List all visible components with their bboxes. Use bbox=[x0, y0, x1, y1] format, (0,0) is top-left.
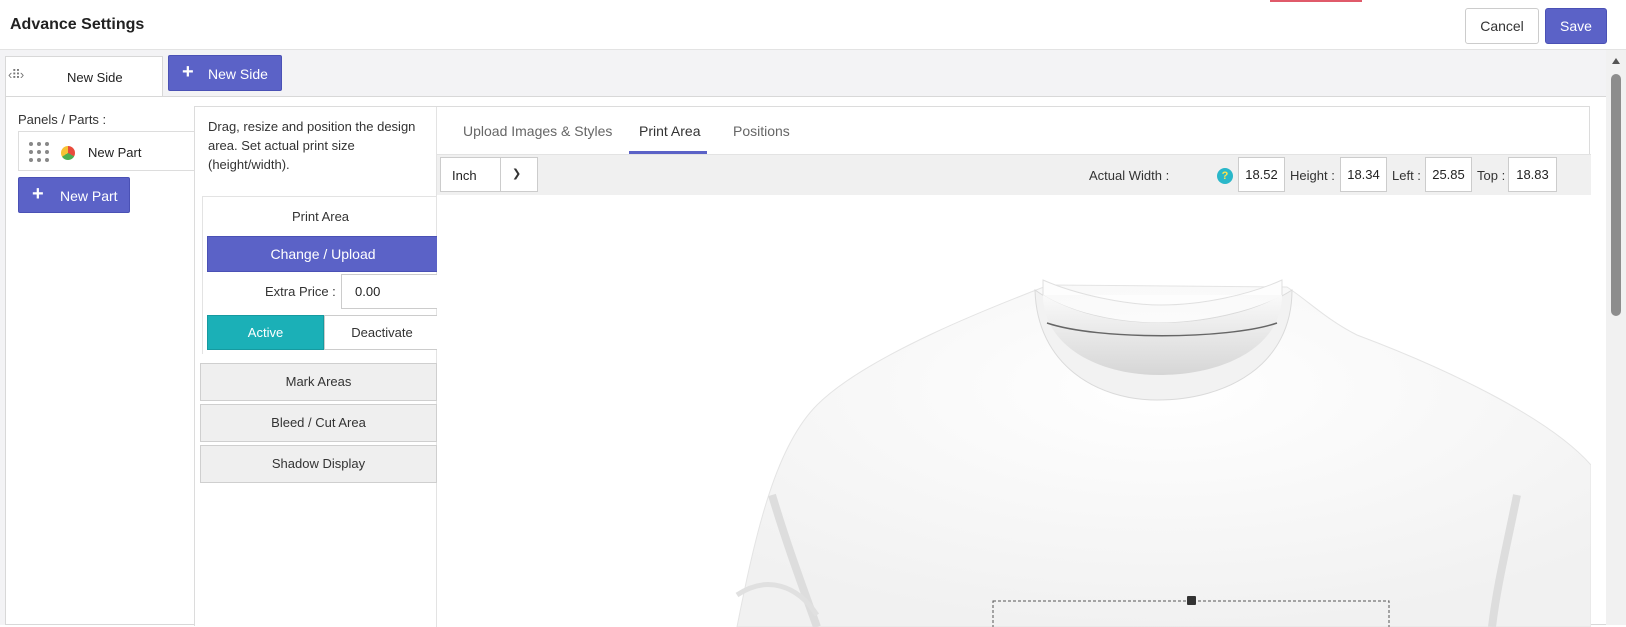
vertical-scrollbar[interactable] bbox=[1606, 50, 1626, 625]
workspace: ‹⠿› New Side + New Side Panels / Parts :… bbox=[0, 50, 1626, 627]
extra-price-label: Extra Price : bbox=[265, 284, 336, 299]
side-tab-label: New Side bbox=[67, 70, 123, 85]
parts-heading: Panels / Parts : bbox=[18, 112, 107, 127]
height-input[interactable]: 18.34 bbox=[1340, 157, 1387, 192]
new-side-label: New Side bbox=[208, 66, 268, 82]
bleed-cut-area-button[interactable]: Bleed / Cut Area bbox=[200, 404, 437, 442]
drag-dots-icon[interactable] bbox=[28, 141, 50, 163]
side-panel: Panels / Parts : New Part + New Part Dra… bbox=[5, 96, 1616, 627]
side-tab[interactable]: ‹⠿› New Side bbox=[5, 56, 163, 96]
top-accent-line bbox=[1270, 0, 1362, 2]
resize-handle-icon bbox=[1187, 596, 1196, 605]
tshirt-mockup bbox=[735, 279, 1591, 627]
active-tab-indicator bbox=[629, 151, 707, 154]
unit-select[interactable]: Inch ❯ bbox=[440, 157, 538, 192]
width-input[interactable]: 18.52 bbox=[1238, 157, 1285, 192]
shadow-display-button[interactable]: Shadow Display bbox=[200, 445, 437, 483]
cancel-button[interactable]: Cancel bbox=[1465, 8, 1539, 44]
active-button[interactable]: Active bbox=[207, 315, 324, 350]
select-divider bbox=[500, 158, 501, 191]
new-part-button[interactable]: + New Part bbox=[18, 177, 130, 213]
tab-positions[interactable]: Positions bbox=[733, 123, 790, 139]
design-canvas[interactable] bbox=[437, 195, 1591, 627]
part-editor: Drag, resize and position the design are… bbox=[194, 106, 1591, 627]
editor-description: Drag, resize and position the design are… bbox=[208, 119, 416, 172]
print-area-controls: Drag, resize and position the design are… bbox=[195, 107, 440, 627]
chevron-down-icon: ❯ bbox=[512, 168, 522, 180]
height-label: Height : bbox=[1290, 168, 1335, 183]
plus-icon: + bbox=[182, 61, 194, 83]
actual-width-label: Actual Width : bbox=[1089, 168, 1170, 183]
left-input[interactable]: 25.85 bbox=[1425, 157, 1472, 192]
extra-price-input[interactable] bbox=[341, 274, 440, 309]
help-icon[interactable]: ? bbox=[1217, 168, 1233, 184]
color-swatch-icon bbox=[61, 146, 75, 160]
part-list-item[interactable]: New Part bbox=[18, 131, 203, 171]
top-label: Top : bbox=[1477, 168, 1506, 183]
save-button[interactable]: Save bbox=[1545, 8, 1607, 44]
dialog-title: Advance Settings bbox=[10, 16, 145, 33]
new-side-button[interactable]: + New Side bbox=[168, 55, 282, 91]
plus-icon: + bbox=[32, 183, 44, 205]
dimension-toolbar: Inch ❯ Actual Width : ? 18.52 Height : 1… bbox=[437, 155, 1591, 195]
tab-print-area[interactable]: Print Area bbox=[639, 123, 700, 139]
scroll-up-arrow-icon[interactable] bbox=[1612, 58, 1620, 64]
drag-handle-icon[interactable]: ‹⠿› bbox=[8, 67, 24, 83]
print-area-title: Print Area bbox=[291, 209, 350, 224]
top-input[interactable]: 18.83 bbox=[1508, 157, 1557, 192]
top-bar: Advance Settings Cancel Save bbox=[0, 0, 1626, 50]
left-label: Left : bbox=[1392, 168, 1421, 183]
print-area-box: Print Area Change / Upload Extra Price :… bbox=[202, 196, 440, 354]
mark-areas-button[interactable]: Mark Areas bbox=[200, 363, 437, 401]
scrollbar-thumb[interactable] bbox=[1611, 74, 1621, 316]
unit-value: Inch bbox=[452, 168, 477, 183]
deactivate-button[interactable]: Deactivate bbox=[324, 315, 440, 350]
tab-upload-images-styles[interactable]: Upload Images & Styles bbox=[463, 123, 612, 139]
editor-tabs: Upload Images & Styles Print Area Positi… bbox=[437, 107, 1591, 155]
change-upload-button[interactable]: Change / Upload bbox=[207, 236, 439, 272]
part-label: New Part bbox=[88, 145, 142, 160]
new-part-label: New Part bbox=[60, 188, 118, 204]
